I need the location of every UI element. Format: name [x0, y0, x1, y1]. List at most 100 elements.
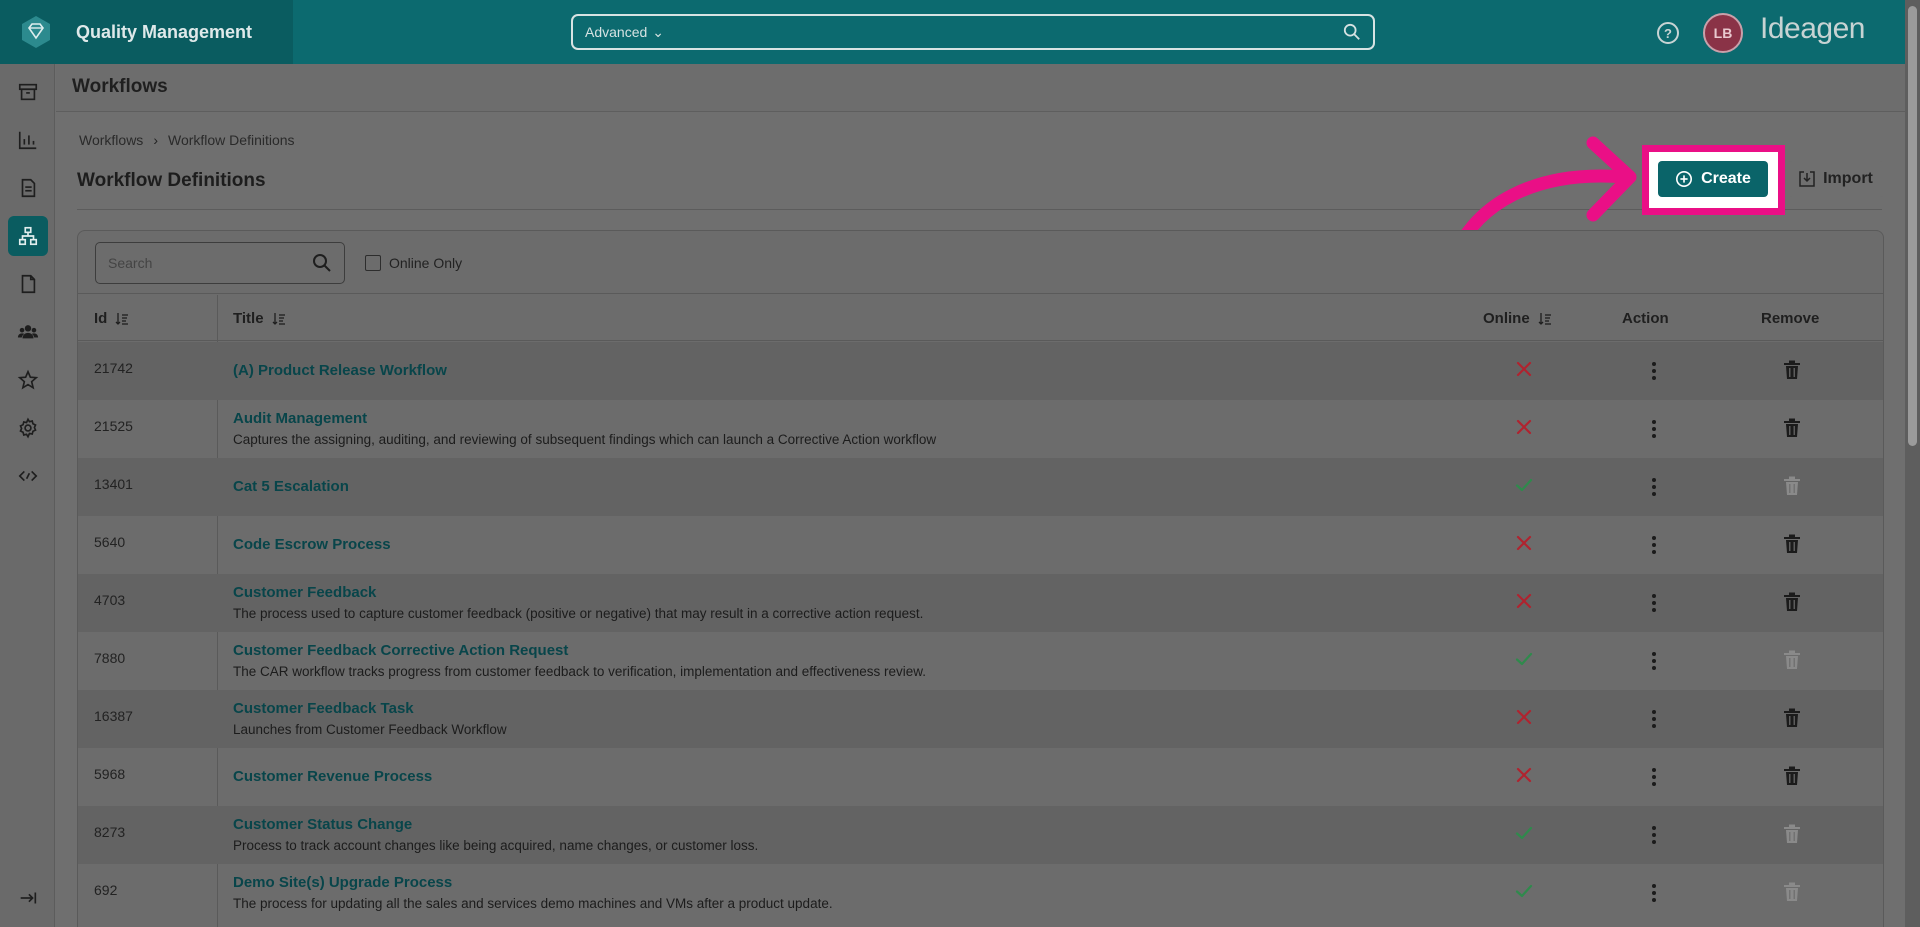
offline-x-icon [1514, 765, 1536, 787]
table-row[interactable]: 21742 (A) Product Release Workflow [78, 342, 1883, 400]
more-actions-icon[interactable] [1643, 765, 1665, 789]
column-header-title[interactable]: Title [233, 310, 286, 327]
trash-icon[interactable] [1783, 592, 1805, 614]
table-row[interactable]: 692 Demo Site(s) Upgrade Process The proce… [78, 864, 1883, 922]
top-bar: Quality Management Advanced ⌄ ? LB Ideag… [0, 0, 1905, 64]
more-actions-icon[interactable] [1643, 707, 1665, 731]
page-header: Workflows [56, 64, 1905, 112]
breadcrumb-current: Workflow Definitions [167, 132, 295, 148]
help-icon[interactable]: ? [1657, 22, 1679, 44]
users-icon[interactable] [8, 312, 48, 352]
workflow-id: 5640 [94, 534, 126, 550]
page-title: Workflows [72, 76, 168, 97]
diamond-logo-icon [18, 14, 54, 50]
workflow-icon[interactable] [8, 216, 48, 256]
more-actions-icon[interactable] [1643, 533, 1665, 557]
workflow-title-link[interactable]: Demo Site(s) Upgrade Process [233, 874, 452, 891]
workflow-table-card: Search Online Only Id Title Online Actio… [77, 230, 1884, 927]
offline-x-icon [1514, 707, 1536, 729]
more-actions-icon[interactable] [1643, 823, 1665, 847]
workflow-title-link[interactable]: Customer Feedback Corrective Action Requ… [233, 642, 568, 659]
offline-x-icon [1514, 533, 1536, 555]
column-header-action: Action [1622, 310, 1669, 327]
chart-icon[interactable] [8, 120, 48, 160]
column-header-online-label: Online [1483, 310, 1530, 327]
workflow-id: 16387 [94, 708, 133, 724]
import-button[interactable]: Import [1788, 161, 1884, 197]
plus-circle-icon [1675, 170, 1693, 188]
trash-icon [1783, 650, 1805, 672]
expand-sidebar-icon[interactable] [8, 878, 48, 918]
table-row[interactable]: 16387 Customer Feedback Task Launches from… [78, 690, 1883, 748]
sort-icon[interactable] [272, 312, 286, 326]
workflow-id: 692 [94, 882, 118, 898]
table-row[interactable]: 4703 Customer Feedback The process used to… [78, 574, 1883, 632]
workflow-id: 4703 [94, 592, 126, 608]
workflow-title-link[interactable]: Customer Feedback [233, 584, 376, 601]
workflow-description: Process to track account changes like be… [233, 838, 759, 853]
trash-icon[interactable] [1783, 708, 1805, 730]
more-actions-icon[interactable] [1643, 417, 1665, 441]
table-row[interactable]: 5640 Code Escrow Process [78, 516, 1883, 574]
user-avatar[interactable]: LB [1703, 13, 1743, 53]
more-actions-icon[interactable] [1643, 649, 1665, 673]
table-row[interactable]: 7880 Customer Feedback Corrective Action … [78, 632, 1883, 690]
sort-icon[interactable] [115, 312, 129, 326]
table-row[interactable]: 5968 Customer Revenue Process [78, 748, 1883, 806]
sort-icon[interactable] [1538, 312, 1552, 326]
column-header-title-label: Title [233, 310, 264, 327]
filter-bar: Search Online Only [78, 231, 1883, 294]
code-icon[interactable] [8, 456, 48, 496]
sidebar [0, 64, 55, 927]
breadcrumb-workflows-link[interactable]: Workflows [79, 132, 143, 148]
global-search-bar[interactable]: Advanced ⌄ [571, 14, 1375, 50]
column-header-id[interactable]: Id [94, 310, 129, 327]
online-only-filter[interactable]: Online Only [365, 255, 462, 271]
column-header-online[interactable]: Online [1483, 310, 1552, 327]
more-actions-icon[interactable] [1643, 359, 1665, 383]
table-row[interactable]: 8273 Customer Status Change Process to tra… [78, 806, 1883, 864]
online-check-icon [1514, 475, 1536, 497]
workflow-title-link[interactable]: Customer Feedback Task [233, 700, 414, 717]
workflow-id: 5968 [94, 766, 126, 782]
star-icon[interactable] [8, 360, 48, 400]
chevron-right-icon: › [153, 132, 158, 148]
table-row[interactable]: 21525 Audit Management Captures the assign… [78, 400, 1883, 458]
online-only-checkbox[interactable] [365, 255, 381, 271]
create-button[interactable]: Create [1658, 161, 1768, 197]
trash-icon[interactable] [1783, 418, 1805, 440]
online-check-icon [1514, 649, 1536, 671]
archive-icon[interactable] [8, 72, 48, 112]
more-actions-icon[interactable] [1643, 591, 1665, 615]
brand-area[interactable]: Quality Management [0, 0, 293, 64]
workflow-title-link[interactable]: Customer Revenue Process [233, 768, 432, 785]
search-input[interactable]: Search [95, 242, 345, 284]
import-icon [1799, 171, 1815, 187]
document-icon[interactable] [8, 168, 48, 208]
gear-icon[interactable] [8, 408, 48, 448]
advanced-search-toggle[interactable]: Advanced ⌄ [585, 24, 664, 41]
breadcrumb: Workflows › Workflow Definitions [79, 132, 295, 148]
workflow-title-link[interactable]: Customer Status Change [233, 816, 412, 833]
workflow-title-link[interactable]: Audit Management [233, 410, 367, 427]
scrollbar-thumb[interactable] [1908, 6, 1917, 446]
online-check-icon [1514, 823, 1536, 845]
online-only-label: Online Only [389, 255, 463, 271]
table-row[interactable]: 13401 Cat 5 Escalation [78, 458, 1883, 516]
trash-icon[interactable] [1783, 534, 1805, 556]
search-icon[interactable] [1343, 23, 1361, 41]
column-header-id-label: Id [94, 310, 108, 327]
more-actions-icon[interactable] [1643, 881, 1665, 905]
table-header: Id Title Online Action Remove [78, 295, 1883, 341]
workflow-title-link[interactable]: Cat 5 Escalation [233, 478, 349, 495]
workflow-title-link[interactable]: Code Escrow Process [233, 536, 391, 553]
file-icon[interactable] [8, 264, 48, 304]
workflow-description: The CAR workflow tracks progress from cu… [233, 664, 927, 679]
vertical-scrollbar[interactable] [1905, 0, 1920, 927]
workflow-description: Captures the assigning, auditing, and re… [233, 432, 937, 447]
trash-icon[interactable] [1783, 766, 1805, 788]
more-actions-icon[interactable] [1643, 475, 1665, 499]
trash-icon[interactable] [1783, 360, 1805, 382]
workflow-title-link[interactable]: (A) Product Release Workflow [233, 362, 447, 379]
trash-icon [1783, 882, 1805, 904]
